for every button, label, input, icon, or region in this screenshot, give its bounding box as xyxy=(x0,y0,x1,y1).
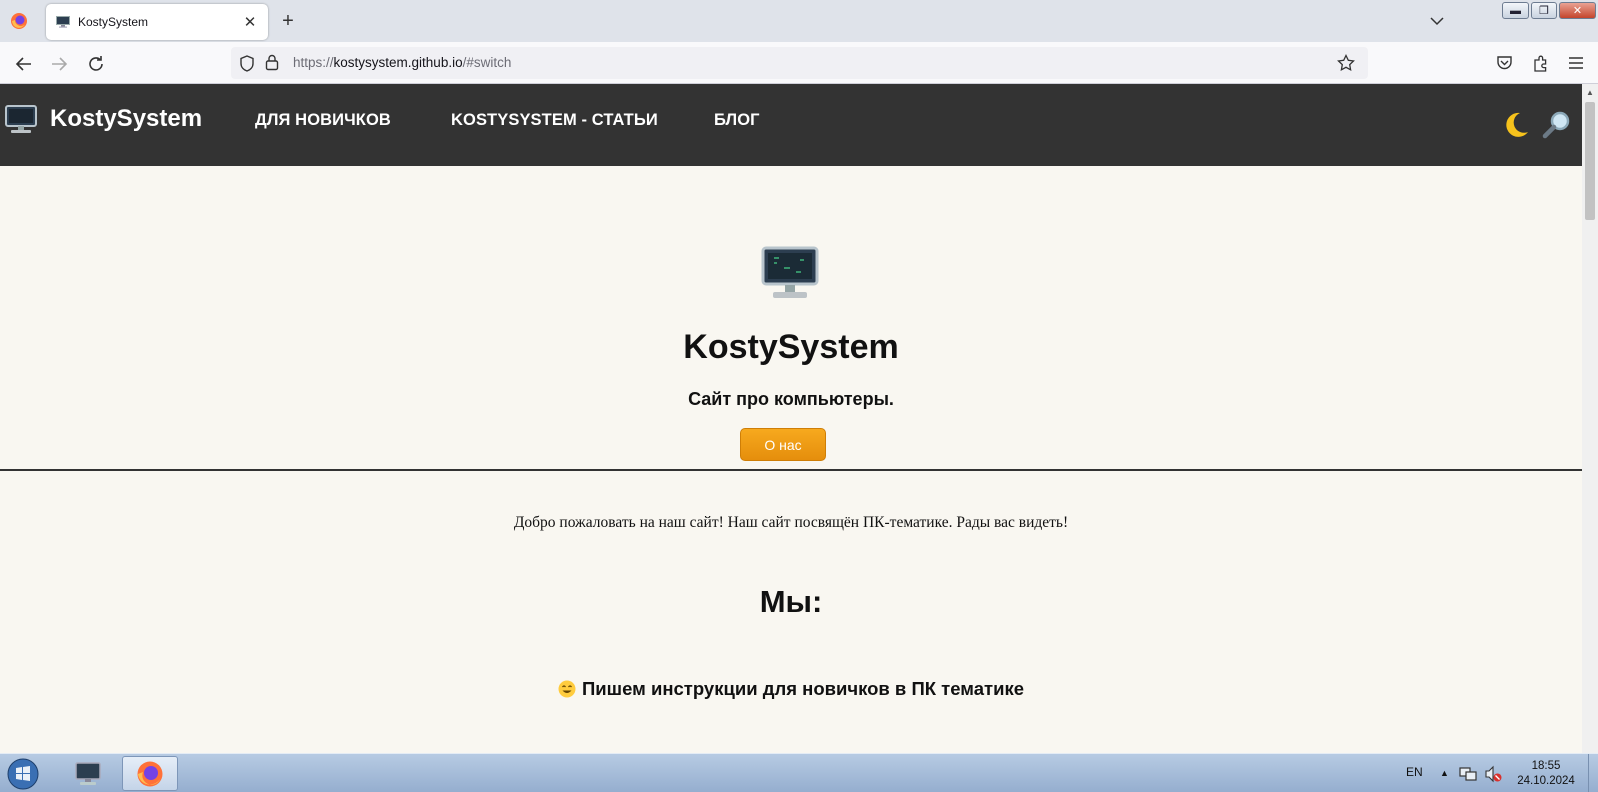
language-indicator[interactable]: EN xyxy=(1406,765,1423,779)
forward-arrow-icon[interactable] xyxy=(47,52,71,76)
vertical-scrollbar[interactable]: ▲ xyxy=(1582,84,1598,753)
taskbar-app-computer[interactable] xyxy=(60,756,116,791)
nav-link-articles[interactable]: KOSTYSYSTEM - СТАТЬИ xyxy=(451,111,658,130)
magnifier-icon[interactable] xyxy=(1542,110,1572,140)
show-desktop-button[interactable] xyxy=(1588,754,1598,792)
browser-tab-strip: KostySystem ✕ + ▬ ❐ ✕ xyxy=(0,0,1598,42)
url-host: kostysystem.github.io xyxy=(333,55,463,70)
nav-link-blog[interactable]: БЛОГ xyxy=(714,111,760,130)
window-close-button[interactable]: ✕ xyxy=(1559,2,1596,19)
tray-expand-arrow-icon[interactable]: ▲ xyxy=(1440,768,1449,778)
we-section-title: Мы: xyxy=(759,584,823,619)
tab-title: KostySystem xyxy=(78,15,149,29)
about-us-button[interactable]: О нас xyxy=(740,428,826,461)
window-minimize-button[interactable]: ▬ xyxy=(1502,2,1529,19)
browser-tab-active[interactable]: KostySystem ✕ xyxy=(46,4,268,40)
site-header: KostySystem ДЛЯ НОВИЧКОВ KOSTYSYSTEM - С… xyxy=(0,84,1582,166)
smiling-face-icon xyxy=(558,680,576,698)
firefox-menu-icon[interactable] xyxy=(6,8,32,34)
welcome-text: Добро пожаловать на наш сайт! Наш сайт п… xyxy=(513,514,1069,531)
url-path: /#switch xyxy=(462,55,512,70)
site-logo-text: KostySystem xyxy=(50,105,203,132)
feature-item: Пишем инструкции для новичков в ПК темат… xyxy=(0,678,1582,700)
clock-date: 24.10.2024 xyxy=(1517,775,1575,787)
site-logo[interactable]: KostySystem xyxy=(4,102,202,136)
moon-icon[interactable] xyxy=(1500,110,1530,140)
tracking-shield-icon[interactable] xyxy=(239,55,255,72)
browser-nav-bar: https://kostysystem.github.io/#switch xyxy=(0,42,1598,84)
address-bar[interactable]: https://kostysystem.github.io/#switch xyxy=(231,47,1368,79)
back-arrow-icon[interactable] xyxy=(12,52,36,76)
hero-subtitle: Сайт про компьютеры. xyxy=(688,389,894,409)
hero-desktop-computer-icon xyxy=(761,246,819,298)
firefox-icon xyxy=(137,761,163,786)
volume-muted-icon[interactable] xyxy=(1484,765,1502,783)
page-viewport: KostySystem ДЛЯ НОВИЧКОВ KOSTYSYSTEM - С… xyxy=(0,84,1582,753)
scroll-thumb[interactable] xyxy=(1585,102,1595,220)
extensions-icon[interactable] xyxy=(1530,53,1550,73)
bookmark-star-icon[interactable] xyxy=(1337,54,1355,72)
nav-link-beginners[interactable]: ДЛЯ НОВИЧКОВ xyxy=(255,111,391,130)
computer-icon xyxy=(75,761,101,785)
window-maximize-button[interactable]: ❐ xyxy=(1531,2,1557,19)
hero-title: KostySystem xyxy=(683,328,899,366)
feature-text: Пишем инструкции для новичков в ПК темат… xyxy=(582,678,1024,699)
url-scheme: https:// xyxy=(293,55,334,70)
new-tab-button[interactable]: + xyxy=(277,10,299,32)
clock-time: 18:55 xyxy=(1531,760,1561,772)
tab-favicon-icon xyxy=(56,16,70,28)
windows-logo-icon xyxy=(7,758,39,790)
desktop-computer-icon xyxy=(5,105,37,133)
reload-icon[interactable] xyxy=(84,52,108,76)
start-button[interactable] xyxy=(3,756,43,792)
taskbar-app-firefox[interactable] xyxy=(122,756,178,791)
system-clock[interactable]: 18:55 24.10.2024 xyxy=(1510,759,1582,789)
network-icon[interactable] xyxy=(1459,765,1477,783)
pocket-icon[interactable] xyxy=(1494,53,1514,73)
taskbar: EN ▲ 18:55 24.10.2024 xyxy=(0,753,1598,792)
lock-icon[interactable] xyxy=(265,54,279,71)
section-divider xyxy=(0,469,1582,471)
tab-close-icon[interactable]: ✕ xyxy=(242,13,258,31)
scroll-up-arrow-icon[interactable]: ▲ xyxy=(1582,84,1598,100)
url-text[interactable]: https://kostysystem.github.io/#switch xyxy=(293,55,511,70)
hamburger-menu-icon[interactable] xyxy=(1566,53,1586,73)
tab-list-chevron-icon[interactable] xyxy=(1428,12,1446,30)
